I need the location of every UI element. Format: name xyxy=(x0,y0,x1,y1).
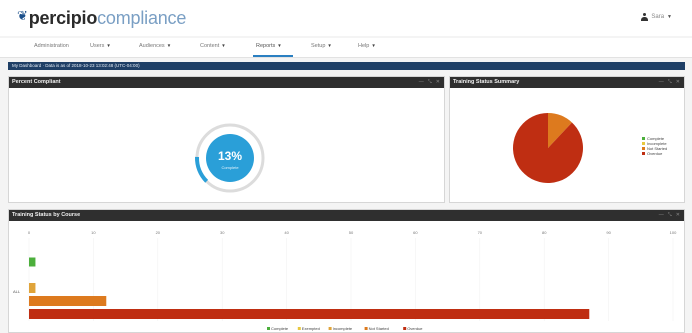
bar-not-started[interactable] xyxy=(29,296,107,306)
chevron-down-icon: ▼ xyxy=(371,43,376,48)
legend-label[interactable]: Exempted xyxy=(302,326,320,331)
nav-item-label: Help xyxy=(358,43,370,49)
legend-swatch xyxy=(328,327,332,330)
close-icon[interactable]: ✕ xyxy=(436,79,440,85)
x-tick-label: 20 xyxy=(156,230,161,235)
nav-item-label: Setup xyxy=(311,43,326,49)
expand-icon[interactable]: ⤡ xyxy=(668,79,672,85)
panel-title: Training Status Summary xyxy=(453,79,520,85)
x-tick-label: 100 xyxy=(670,230,677,235)
bar-complete[interactable] xyxy=(29,257,36,267)
expand-icon[interactable]: ⤡ xyxy=(668,212,672,218)
expand-icon[interactable]: ⤡ xyxy=(428,79,432,85)
gauge-sub-label: Complete xyxy=(221,165,239,170)
status-pie-chart: CompleteIncompleteNot StartedOverdue xyxy=(513,113,667,183)
category-label: ALL xyxy=(13,289,21,294)
panel-title: Percent Compliant xyxy=(12,79,61,85)
x-tick-label: 50 xyxy=(349,230,354,235)
x-tick-label: 10 xyxy=(91,230,96,235)
chevron-down-icon: ▼ xyxy=(221,43,226,48)
x-tick-label: 60 xyxy=(413,230,418,235)
compliance-gauge: 13% Complete xyxy=(195,123,265,193)
nav-item-content[interactable]: Content ▼ xyxy=(200,43,226,49)
user-icon xyxy=(641,13,649,21)
chevron-down-icon: ▼ xyxy=(166,43,172,48)
panel-title: Training Status by Course xyxy=(12,212,81,218)
nav-item-label: Reports xyxy=(256,43,276,49)
panel-tools: — ⤡ ✕ xyxy=(659,212,680,218)
nav-item-administration[interactable]: Administration xyxy=(34,43,69,49)
active-tab-indicator xyxy=(253,55,293,57)
x-tick-label: 30 xyxy=(220,230,225,235)
logo-product: compliance xyxy=(97,8,187,28)
chevron-down-icon: ▼ xyxy=(277,43,282,48)
user-name: Sara xyxy=(651,14,665,20)
chevron-down-icon: ▼ xyxy=(327,43,332,48)
bar-incomplete[interactable] xyxy=(29,283,36,293)
nav-item-label: Content xyxy=(200,43,220,49)
x-tick-label: 90 xyxy=(606,230,611,235)
main-nav: Administration Users ▼ Audiences ▼ Content… xyxy=(0,38,692,58)
app-header: ❦ percipio compliance Sara ▼ xyxy=(0,0,692,36)
nav-item-help[interactable]: Help ▼ xyxy=(358,43,376,49)
logo-mark-icon: ❦ xyxy=(17,8,28,23)
nav-item-audiences[interactable]: Audiences ▼ xyxy=(139,43,171,49)
legend-swatch xyxy=(364,327,368,330)
nav-item-setup[interactable]: Setup ▼ xyxy=(311,43,332,49)
page: ❦ percipio compliance Sara ▼ Administrat… xyxy=(0,0,692,333)
legend-label[interactable]: Not Started xyxy=(369,326,389,331)
minimize-icon[interactable]: — xyxy=(659,79,664,85)
panel-header: Percent Compliant — ⤡ ✕ xyxy=(9,77,444,88)
panel-header: Training Status by Course — ⤡ ✕ xyxy=(9,210,684,221)
legend-label[interactable]: Overdue xyxy=(407,326,423,331)
training-status-summary-panel: Training Status Summary — ⤡ ✕ Complete In… xyxy=(449,76,685,203)
x-tick-label: 70 xyxy=(478,230,483,235)
gauge-value: 13% xyxy=(218,149,242,163)
legend-swatch xyxy=(267,327,270,330)
nav-item-label: Audiences xyxy=(139,43,165,49)
percent-compliant-panel: Percent Compliant — ⤡ ✕ 13% Complete xyxy=(8,76,445,203)
nav-item-reports[interactable]: Reports ▼ xyxy=(256,43,282,49)
x-tick-label: 0 xyxy=(28,230,31,235)
logo-brand: percipio xyxy=(28,8,98,28)
legend-swatch xyxy=(642,152,645,155)
nav-item-label: Administration xyxy=(34,43,69,49)
status-by-course-chart: 0 10 20 30 40 50 60 70 80 90 100 ALL Complete Exempte… xyxy=(13,230,677,331)
chevron-down-icon: ▼ xyxy=(667,14,672,20)
nav-item-label: Users xyxy=(90,43,105,49)
logo[interactable]: ❦ percipio compliance xyxy=(17,8,186,29)
legend-swatch xyxy=(642,137,645,140)
pie-slice-overdue[interactable] xyxy=(513,113,583,183)
panel-header: Training Status Summary — ⤡ ✕ xyxy=(450,77,684,88)
dashboard-bar-text: My Dashboard · Data is as of 2018-10-23 … xyxy=(12,63,140,68)
nav-item-users[interactable]: Users ▼ xyxy=(90,43,111,49)
legend-label: Overdue xyxy=(647,151,663,156)
training-status-by-course-panel: Training Status by Course — ⤡ ✕ 0 10 20 30 4… xyxy=(8,209,685,333)
legend-swatch xyxy=(403,327,407,330)
bar-overdue[interactable] xyxy=(29,309,590,319)
close-icon[interactable]: ✕ xyxy=(676,212,680,218)
dashboard-bar: My Dashboard · Data is as of 2018-10-23 … xyxy=(8,62,685,70)
close-icon[interactable]: ✕ xyxy=(676,79,680,85)
panel-tools: — ⤡ ✕ xyxy=(419,79,440,85)
panel-tools: — ⤡ ✕ xyxy=(659,79,680,85)
x-tick-label: 80 xyxy=(542,230,547,235)
legend-label[interactable]: Incomplete xyxy=(333,326,353,331)
x-tick-label: 40 xyxy=(284,230,289,235)
legend-swatch xyxy=(642,142,645,145)
minimize-icon[interactable]: — xyxy=(419,79,424,85)
legend-label[interactable]: Complete xyxy=(271,326,289,331)
legend-swatch xyxy=(642,147,645,150)
legend-swatch xyxy=(297,327,301,330)
chevron-down-icon: ▼ xyxy=(106,43,111,48)
minimize-icon[interactable]: — xyxy=(659,212,664,218)
gauge-progress-arc xyxy=(195,156,209,183)
user-menu[interactable]: Sara ▼ xyxy=(641,13,672,21)
